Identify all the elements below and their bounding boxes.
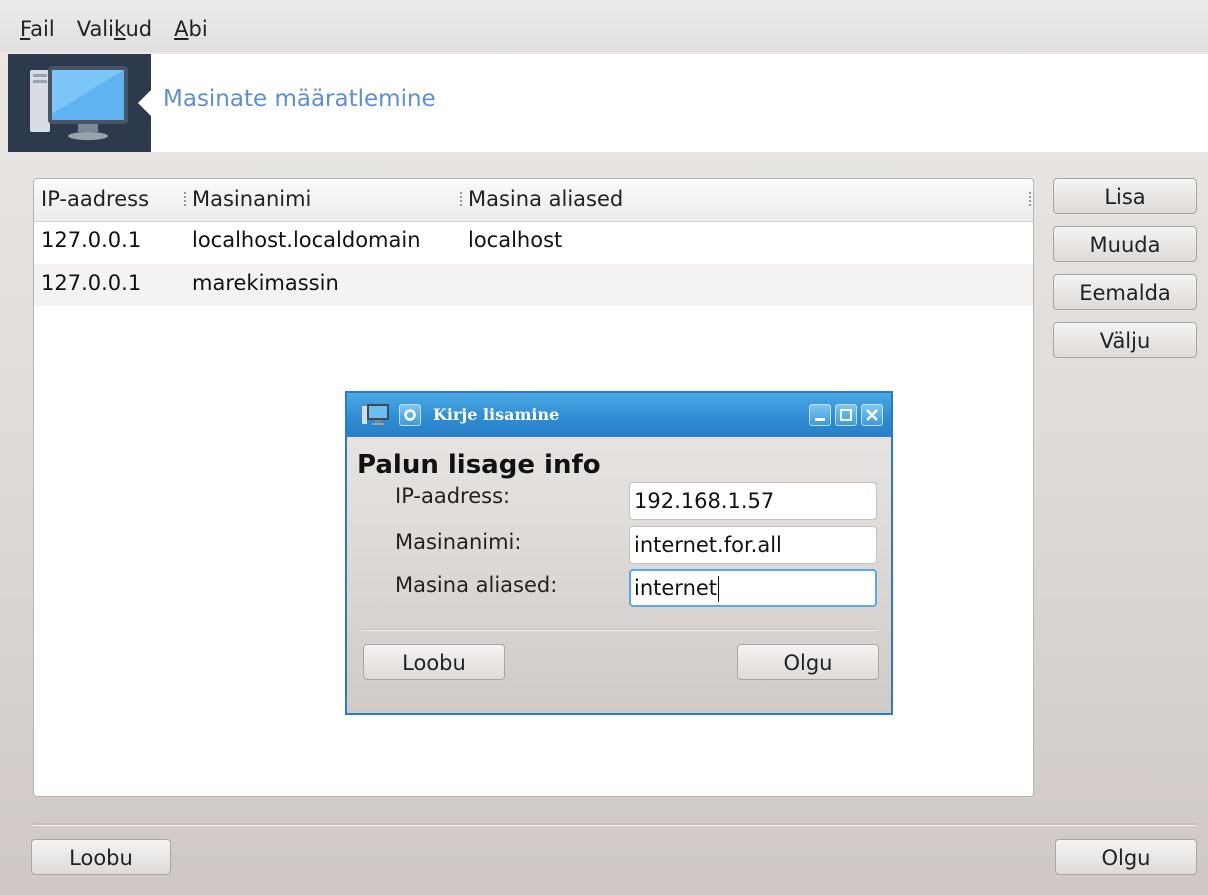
footer-separator (33, 823, 1197, 826)
maximize-icon (840, 409, 852, 421)
dialog-titlebar[interactable]: Kirje lisamine (347, 393, 891, 437)
cell-ip: 127.0.0.1 (41, 228, 142, 252)
close-button[interactable] (861, 404, 883, 426)
window-menu-button[interactable] (399, 404, 421, 426)
aliases-label: Masina aliased: (395, 573, 558, 597)
banner-icon-box (8, 54, 151, 152)
cell-hostname: localhost.localdomain (192, 228, 421, 252)
circle-icon (404, 409, 416, 421)
cancel-button[interactable]: Loobu (31, 839, 171, 875)
hostname-label: Masinanimi: (395, 530, 522, 554)
dialog-ok-button[interactable]: Olgu (737, 644, 879, 680)
menu-options[interactable]: Valikud (77, 11, 152, 41)
dialog-title: Kirje lisamine (433, 405, 560, 424)
computer-monitor-icon (362, 404, 389, 425)
edit-button[interactable]: Muuda (1053, 226, 1197, 262)
text-cursor (718, 576, 720, 602)
header-banner: Masinate määratlemine (8, 54, 1208, 152)
add-button[interactable]: Lisa (1053, 178, 1197, 214)
column-header-aliases[interactable]: Masina aliased (468, 187, 623, 211)
dialog-cancel-button[interactable]: Loobu (363, 644, 505, 680)
minimize-icon (815, 418, 825, 421)
column-separator[interactable] (184, 192, 186, 208)
list-header: IP-aadress Masinanimi Masina aliased (34, 179, 1033, 222)
column-header-ip[interactable]: IP-aadress (41, 187, 149, 211)
cell-hostname: marekimassin (192, 271, 339, 295)
menubar: Fail Valikud Abi (0, 0, 1208, 52)
table-row[interactable]: 127.0.0.1 marekimassin (34, 264, 1033, 306)
dialog-separator (361, 629, 877, 631)
maximize-button[interactable] (835, 404, 857, 426)
cell-aliases: localhost (468, 228, 563, 252)
dialog-heading: Palun lisage info (357, 450, 601, 480)
table-row[interactable]: 127.0.0.1 localhost.localdomain localhos… (34, 221, 1033, 263)
ok-button[interactable]: Olgu (1055, 839, 1197, 875)
remove-button[interactable]: Eemalda (1053, 274, 1197, 310)
column-header-hostname[interactable]: Masinanimi (192, 187, 311, 211)
ip-address-input[interactable]: 192.168.1.57 (629, 482, 877, 520)
menu-file[interactable]: Fail (20, 11, 55, 41)
banner-arrow (138, 90, 151, 116)
computer-monitor-icon (30, 66, 128, 140)
close-icon (866, 409, 878, 421)
cell-ip: 127.0.0.1 (41, 271, 142, 295)
quit-button[interactable]: Välju (1053, 322, 1197, 358)
ip-label: IP-aadress: (395, 484, 511, 508)
add-entry-dialog: Kirje lisamine Palun lisage info IP-aadr… (345, 391, 893, 715)
aliases-input[interactable]: internet (629, 569, 877, 607)
page-title: Masinate määratlemine (163, 86, 436, 112)
column-separator[interactable] (460, 192, 462, 208)
hostname-input[interactable]: internet.for.all (629, 526, 877, 564)
column-separator[interactable] (1029, 192, 1031, 208)
minimize-button[interactable] (809, 404, 831, 426)
aliases-input-text: internet (634, 576, 718, 600)
menu-help[interactable]: Abi (174, 11, 208, 41)
